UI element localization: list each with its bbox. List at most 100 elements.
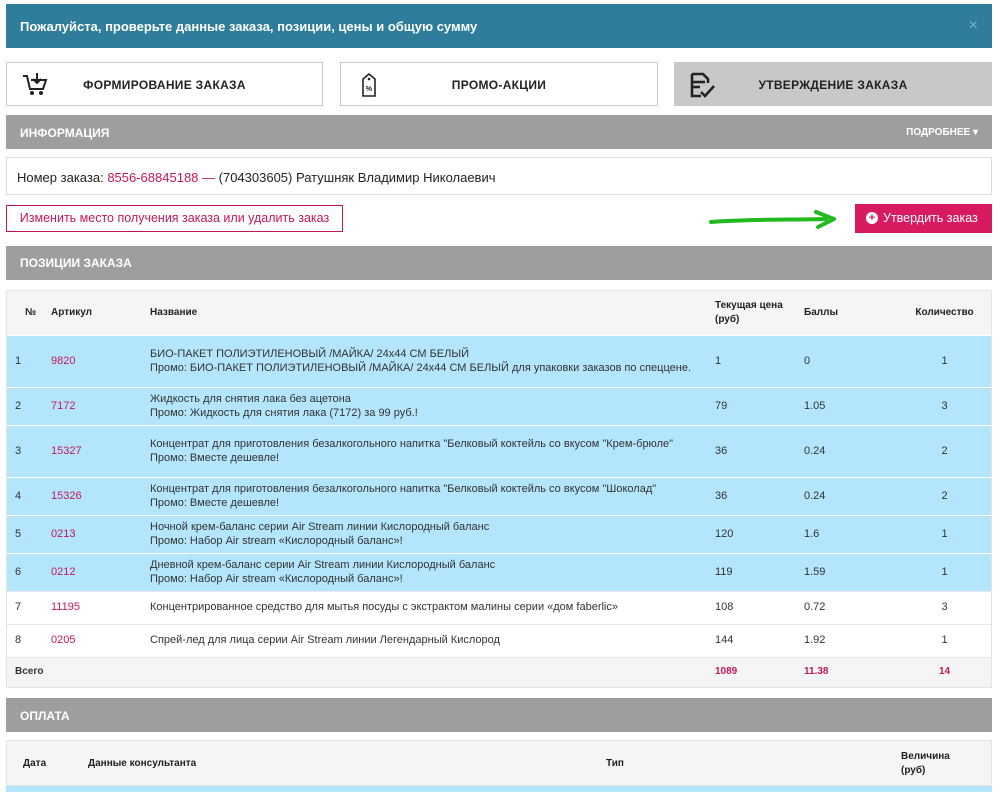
table-row: 8 0205 Спрей-лед для лица серии Air Stream…: [7, 623, 991, 657]
row-number: 2: [7, 386, 47, 425]
positions-table-wrap: № Артикул Название Текущая цена (руб) Ба…: [6, 290, 992, 688]
product-title: Жидкость для снятия лака без ацетона: [150, 392, 351, 405]
product-title: БИО-ПАКЕТ ПОЛИЭТИЛЕНОВЫЙ /МАЙКА/ 24x44 С…: [150, 347, 469, 360]
close-icon[interactable]: ×: [969, 17, 978, 35]
order-number[interactable]: 8556-68845188 —: [107, 170, 215, 185]
points-cell: 0: [800, 334, 898, 387]
table-row: 3 15327 Концентрат для приготовления безал…: [7, 424, 991, 477]
total-label: Всего: [7, 656, 47, 687]
quantity-cell: 3: [898, 386, 991, 425]
row-number: 3: [7, 424, 47, 477]
product-name: Концентрированное средство для мытья пос…: [146, 590, 711, 624]
quantity-cell: 2: [898, 476, 991, 515]
section-title: ОПЛАТА: [20, 709, 70, 723]
price-cell: 79: [711, 386, 800, 425]
column-header: №: [7, 291, 47, 335]
product-title: Ночной крем-баланс серии Air Stream лини…: [150, 520, 490, 533]
table-cell: [47, 656, 146, 687]
confirm-order-button[interactable]: + Утвердить заказ: [855, 204, 992, 233]
price-cell: 120: [711, 514, 800, 553]
product-name: Дневной крем-баланс серии Air Stream лин…: [146, 552, 711, 591]
section-title: ПОЗИЦИИ ЗАКАЗА: [20, 256, 132, 270]
article-link[interactable]: 15326: [47, 476, 146, 515]
points-cell: 1.6: [800, 514, 898, 553]
column-header: Баллы: [800, 291, 898, 335]
quantity-cell: 1: [898, 514, 991, 553]
article-link[interactable]: 0205: [47, 623, 146, 657]
payment-table-header: Дата Данные консультанта Тип Величина (р…: [6, 740, 992, 786]
article-link[interactable]: 0212: [47, 552, 146, 591]
table-row: 7 11195 Концентрированное средство для мыт…: [7, 590, 991, 624]
quantity-cell: 1: [898, 334, 991, 387]
quantity-cell: 2: [898, 424, 991, 477]
promo-text: Промо: Жидкость для снятия лака (7172) з…: [150, 407, 418, 419]
positions-table: № Артикул Название Текущая цена (руб) Ба…: [7, 291, 991, 687]
step-order-confirmation[interactable]: УТВЕРЖДЕНИЕ ЗАКАЗА: [674, 62, 992, 106]
product-name: Жидкость для снятия лака без ацетона Пром…: [146, 386, 711, 425]
row-number: 1: [7, 334, 47, 387]
positions-section-header: ПОЗИЦИИ ЗАКАЗА: [6, 246, 992, 280]
step-label: УТВЕРЖДЕНИЕ ЗАКАЗА: [758, 78, 908, 92]
article-link[interactable]: 0213: [47, 514, 146, 553]
row-number: 7: [7, 590, 47, 624]
product-title: Концентрат для приготовления безалкоголь…: [150, 437, 674, 450]
payment-row-strip: [6, 786, 992, 792]
column-header: (руб): [901, 765, 926, 776]
price-cell: 36: [711, 476, 800, 515]
order-number-label: Номер заказа:: [17, 170, 104, 185]
row-number: 4: [7, 476, 47, 515]
info-section-header: ИНФОРМАЦИЯ ПОДРОБНЕЕ ▾: [6, 115, 992, 149]
table-row: 5 0213 Ночной крем-баланс серии Air Stream…: [7, 514, 991, 553]
promo-text: Промо: Набор Air stream «Кислородный бал…: [150, 535, 403, 547]
promo-text: Промо: Набор Air stream «Кислородный бал…: [150, 573, 403, 585]
promo-text: Промо: Вместе дешевле!: [150, 497, 280, 509]
product-title: Концентрированное средство для мытья пос…: [150, 601, 618, 614]
points-cell: 1.05: [800, 386, 898, 425]
row-number: 5: [7, 514, 47, 553]
points-cell: 0.24: [800, 424, 898, 477]
table-row: 1 9820 БИО-ПАКЕТ ПОЛИЭТИЛЕНОВЫЙ /МАЙКА/ 24…: [7, 334, 991, 387]
points-cell: 1.59: [800, 552, 898, 591]
points-cell: 1.92: [800, 623, 898, 657]
quantity-cell: 3: [898, 590, 991, 624]
arrow-annotation-icon: [709, 210, 836, 229]
payment-section-header: ОПЛАТА: [6, 698, 992, 732]
product-name: Концентрат для приготовления безалкоголь…: [146, 424, 711, 477]
step-order-forming[interactable]: ФОРМИРОВАНИЕ ЗАКАЗА: [6, 62, 323, 106]
column-header: Артикул: [47, 291, 146, 335]
price-cell: 36: [711, 424, 800, 477]
promo-text: Промо: Вместе дешевле!: [150, 452, 280, 464]
row-number: 6: [7, 552, 47, 591]
alert-text: Пожалуйста, проверьте данные заказа, поз…: [20, 19, 478, 34]
column-header: Текущая цена (руб): [711, 291, 800, 335]
article-link[interactable]: 9820: [47, 334, 146, 387]
positions-body: 1 9820 БИО-ПАКЕТ ПОЛИЭТИЛЕНОВЫЙ /МАЙКА/ 24…: [7, 334, 991, 687]
table-row: 2 7172 Жидкость для снятия лака без ацетон…: [7, 386, 991, 425]
column-header: Название: [146, 291, 711, 335]
points-cell: 0.72: [800, 590, 898, 624]
promo-text: Промо: БИО-ПАКЕТ ПОЛИЭТИЛЕНОВЫЙ /МАЙКА/ …: [150, 362, 692, 374]
column-header: Дата: [23, 758, 47, 769]
total-row: Всего 1089 11.38 14: [7, 656, 991, 687]
price-cell: 1: [711, 334, 800, 387]
article-link[interactable]: 11195: [47, 590, 146, 624]
confirm-label: Утвердить заказ: [883, 211, 978, 225]
product-name: Спрей-лед для лица серии Air Stream лини…: [146, 623, 711, 657]
more-dropdown[interactable]: ПОДРОБНЕЕ ▾: [906, 127, 978, 138]
total-qty: 14: [898, 656, 991, 687]
price-cell: 119: [711, 552, 800, 591]
order-details: (704303605) Ратушняк Владимир Николаевич: [218, 170, 496, 185]
change-pickup-button[interactable]: Изменить место получения заказа или удал…: [6, 205, 343, 232]
product-name: Концентрат для приготовления безалкоголь…: [146, 476, 711, 515]
column-header: Величина: [901, 751, 950, 762]
section-title: ИНФОРМАЦИЯ: [20, 126, 110, 140]
article-link[interactable]: 7172: [47, 386, 146, 425]
quantity-cell: 1: [898, 623, 991, 657]
step-promo[interactable]: % ПРОМО-АКЦИИ: [340, 62, 658, 106]
step-label: ПРОМО-АКЦИИ: [451, 78, 547, 92]
step-label: ФОРМИРОВАНИЕ ЗАКАЗА: [83, 78, 246, 92]
quantity-cell: 1: [898, 552, 991, 591]
total-price: 1089: [711, 656, 800, 687]
article-link[interactable]: 15327: [47, 424, 146, 477]
column-header: Количество: [898, 291, 991, 335]
